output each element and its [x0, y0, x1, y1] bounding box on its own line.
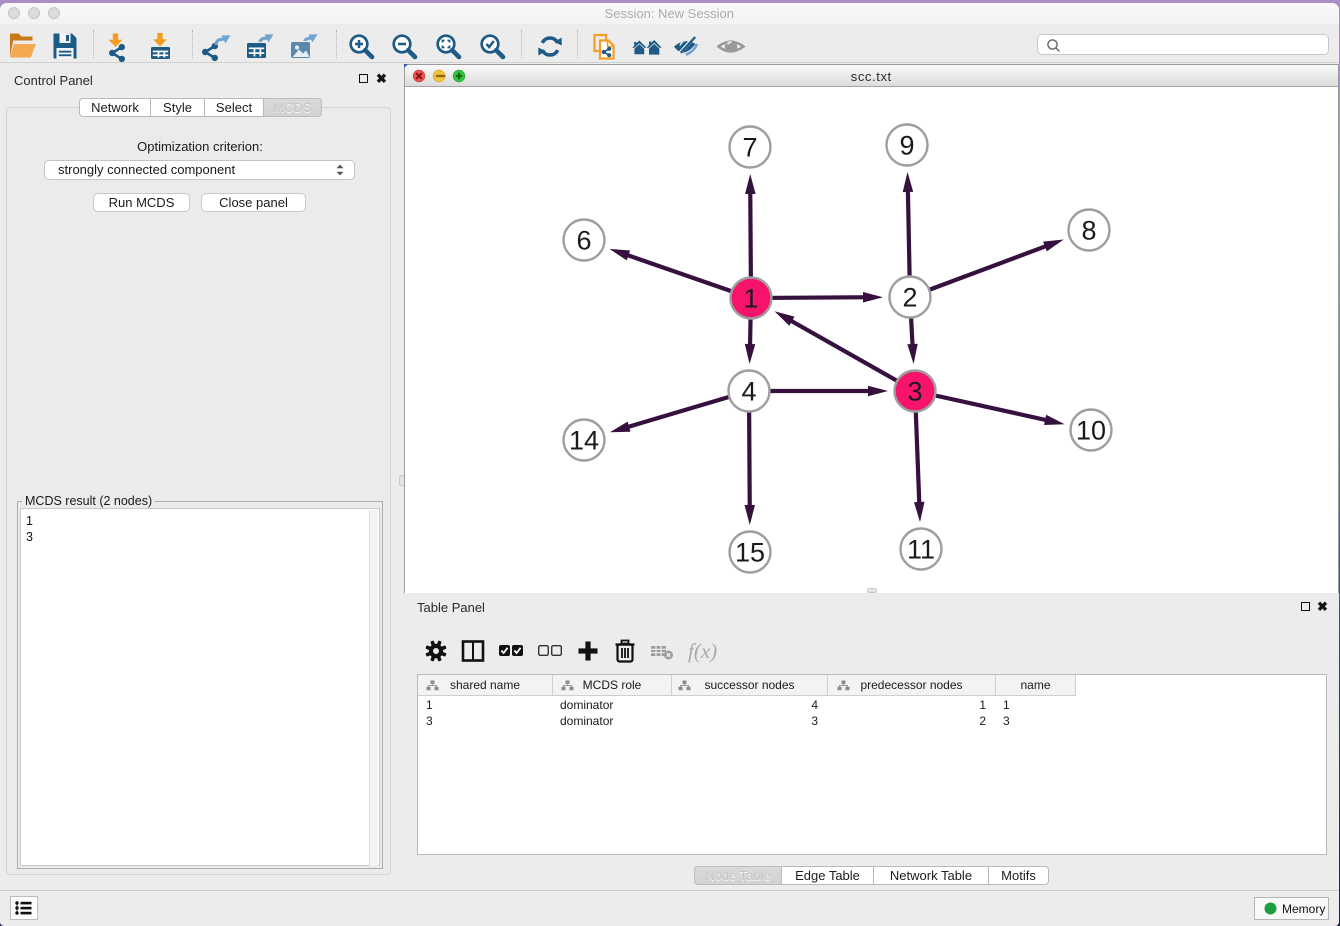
svg-text:7: 7	[742, 133, 757, 163]
svg-text:f(x): f(x)	[688, 639, 717, 663]
svg-text:1: 1	[743, 284, 758, 314]
svg-text:6: 6	[576, 226, 591, 256]
svg-text:15: 15	[735, 538, 765, 568]
svg-text:4: 4	[741, 377, 756, 407]
svg-text:10: 10	[1076, 416, 1106, 446]
svg-text:3: 3	[907, 377, 922, 407]
svg-text:9: 9	[899, 131, 914, 161]
svg-text:8: 8	[1081, 216, 1096, 246]
svg-text:2: 2	[902, 283, 917, 313]
svg-text:14: 14	[569, 426, 599, 456]
svg-text:11: 11	[907, 535, 935, 565]
